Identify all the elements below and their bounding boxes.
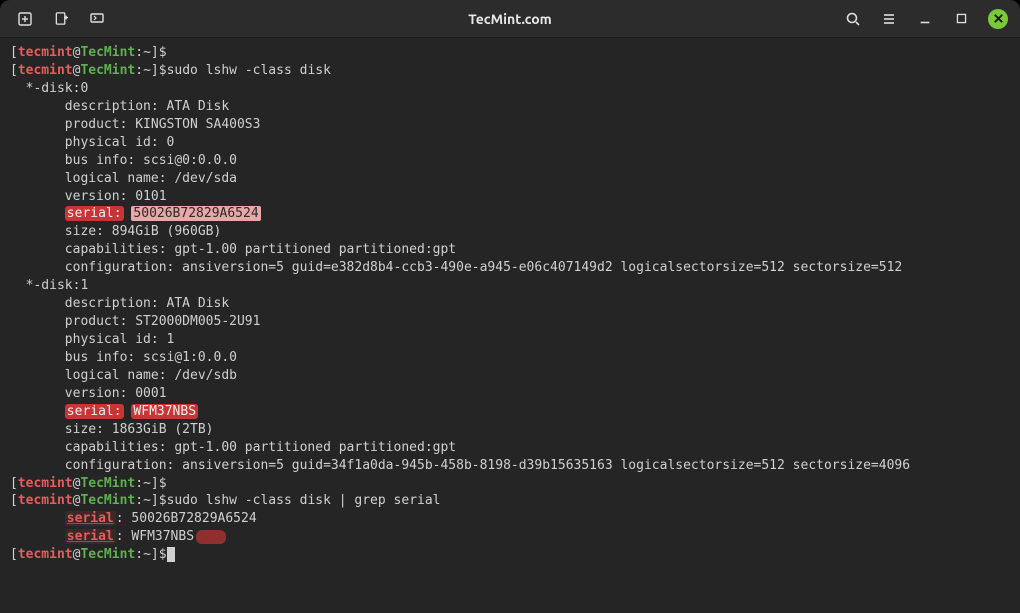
output-line: bus info: scsi@0:0.0.0 — [10, 152, 1010, 170]
command-text: sudo lshw -class disk | grep serial — [167, 493, 441, 508]
prompt-line: [tecmint@TecMint:~]$ — [10, 44, 1010, 62]
minimize-button[interactable] — [916, 10, 934, 28]
output-line: configuration: ansiversion=5 guid=e382d8… — [10, 259, 1010, 277]
grep-output-line: serial: 50026B72829A6524 — [10, 510, 1010, 528]
prompt-line: [tecmint@TecMint:~]$sudo lshw -class dis… — [10, 62, 1010, 80]
broadcast-button[interactable] — [88, 10, 106, 28]
output-line: capabilities: gpt-1.00 partitioned parti… — [10, 439, 1010, 457]
output-line: physical id: 1 — [10, 331, 1010, 349]
search-icon[interactable] — [844, 10, 862, 28]
output-line: capabilities: gpt-1.00 partitioned parti… — [10, 241, 1010, 259]
output-line: description: ATA Disk — [10, 295, 1010, 313]
maximize-button[interactable] — [952, 10, 970, 28]
prompt-line: [tecmint@TecMint:~]$sudo lshw -class dis… — [10, 492, 1010, 510]
output-line: version: 0101 — [10, 188, 1010, 206]
titlebar-left-controls — [10, 10, 106, 28]
output-line-serial: serial: WFM37NBS — [10, 403, 1010, 421]
command-text: sudo lshw -class disk — [167, 63, 331, 78]
new-tab-button[interactable] — [16, 10, 34, 28]
output-line: description: ATA Disk — [10, 98, 1010, 116]
new-window-button[interactable] — [52, 10, 70, 28]
output-line: bus info: scsi@1:0.0.0 — [10, 349, 1010, 367]
close-button[interactable] — [988, 9, 1008, 29]
grep-output-line: serial: WFM37NBS — [10, 528, 1010, 546]
window-title: TecMint.com — [468, 11, 551, 27]
terminal-output[interactable]: [tecmint@TecMint:~]$ [tecmint@TecMint:~]… — [0, 38, 1020, 613]
window-titlebar: TecMint.com — [0, 0, 1020, 38]
highlight-smudge — [196, 530, 226, 544]
output-line: logical name: /dev/sdb — [10, 367, 1010, 385]
output-line: *-disk:0 — [10, 80, 1010, 98]
output-line: product: ST2000DM005-2U91 — [10, 313, 1010, 331]
titlebar-right-controls — [844, 9, 1010, 29]
output-line: *-disk:1 — [10, 277, 1010, 295]
output-line: logical name: /dev/sda — [10, 170, 1010, 188]
output-line: size: 894GiB (960GB) — [10, 223, 1010, 241]
prompt-line-active[interactable]: [tecmint@TecMint:~]$ — [10, 546, 1010, 564]
output-line: product: KINGSTON SA400S3 — [10, 116, 1010, 134]
terminal-cursor — [167, 547, 175, 562]
output-line: physical id: 0 — [10, 134, 1010, 152]
output-line: configuration: ansiversion=5 guid=34f1a0… — [10, 457, 1010, 475]
output-line-serial: serial: 50026B72829A6524 — [10, 205, 1010, 223]
output-line: version: 0001 — [10, 385, 1010, 403]
menu-icon[interactable] — [880, 10, 898, 28]
prompt-line: [tecmint@TecMint:~]$ — [10, 475, 1010, 493]
output-line: size: 1863GiB (2TB) — [10, 421, 1010, 439]
